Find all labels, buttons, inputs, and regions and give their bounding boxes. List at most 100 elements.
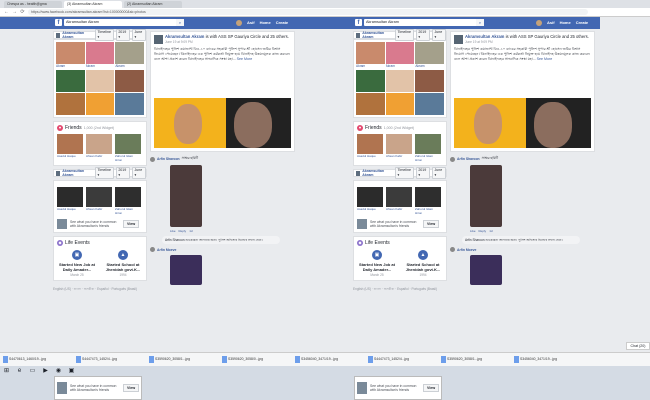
friend-tile[interactable]: Ahsan Kabir [86,187,112,215]
life-event-title[interactable]: Started School at Jhenidah govt.K... [103,262,143,272]
profile-name-link[interactable]: Akramsultan Akram [362,169,391,177]
activity-photo[interactable] [170,165,202,227]
friend-name[interactable]: Asadul Haque [57,207,76,211]
footer-languages[interactable]: English (US) · বাংলা · অসমীয়া · Español… [53,287,147,292]
see-more-link[interactable]: See More [237,57,253,61]
month-dropdown[interactable]: June ▾ [132,29,147,41]
photo-tile[interactable]: Akram [385,42,415,69]
reply-link[interactable]: Reply [179,229,187,233]
avatar[interactable] [450,247,455,252]
see-more-link[interactable]: See More [537,57,553,61]
facebook-logo[interactable]: f [55,19,62,26]
download-item[interactable]: S3590620_3058/0...jpg [222,355,292,364]
post-author[interactable]: Akramsultan Akram [465,34,504,39]
windows-start-icon[interactable]: ⊞ [2,367,11,375]
browser-tab[interactable]: (3) Akramsultan Akram [64,1,122,8]
browser-tab[interactable]: Chespa as - heaith@gma [4,1,62,8]
like-link[interactable]: Like [170,229,176,233]
footer-languages[interactable]: English (US) · বাংলা · অসমীয়া · Español… [353,287,447,292]
download-item[interactable]: S4447473_1452/4...jpg [368,355,438,364]
photo-tile[interactable] [385,70,415,92]
photo-tile[interactable] [415,93,444,115]
life-events-title[interactable]: Life Events [365,240,390,246]
avatar[interactable] [150,247,155,252]
taskbar-preview[interactable]: See what you have in common with Akramsu… [354,376,443,400]
media-icon[interactable]: ▶ [41,367,50,375]
photo-tile[interactable]: Akram [56,42,85,69]
friend-tile[interactable]: Zahurul Islam Hiron [115,134,141,162]
post-timestamp[interactable]: June 19 at 9:09 PM [465,40,589,44]
avatar[interactable] [454,35,463,44]
download-item[interactable]: S3456040_3471/19...jpg [514,355,584,364]
photo-tile[interactable]: Akram [85,42,115,69]
like-link[interactable]: Like [470,229,476,233]
friend-tile[interactable]: Zahurul Islam Hiron [415,134,441,162]
friend-name[interactable]: Ahsan Kabir [386,154,402,158]
friends-title[interactable]: Friends [365,125,382,131]
view-button[interactable]: View [423,220,440,228]
photo-tile[interactable] [115,93,144,115]
life-event[interactable]: ▲ Started School at Jhenidah govt.K... 1… [403,250,443,277]
life-event-title[interactable]: Started New Job at Daily Amader... [57,262,97,272]
year-dropdown[interactable]: 2019 ▾ [115,167,130,179]
friend-name[interactable]: Ahsan Kabir [86,154,102,158]
friend-name[interactable]: Zahurul Islam Hiron [415,207,433,215]
friend-tile[interactable]: Asadul Haque [57,134,83,162]
browser-tab[interactable]: (2) Akramsultan Akram [124,1,182,8]
friend-name[interactable]: Ahsan Kabir [386,207,402,211]
avatar[interactable] [150,156,155,162]
facebook-logo[interactable]: f [355,19,362,26]
life-event[interactable]: ▲ Started School at Jhenidah govt.K... 1… [103,250,143,277]
activity-author[interactable]: Arfin Sharoon [157,157,180,161]
activity-photo[interactable] [470,255,502,285]
friend-tile[interactable]: Zahurul Islam Hiron [415,187,441,215]
friend-name[interactable]: Zahurul Islam Hiron [415,154,433,162]
friend-name[interactable]: Ahsan Kabir [86,207,102,211]
download-item[interactable]: S3590620_3058/1...jpg [149,355,219,364]
photo-tile[interactable] [115,70,144,92]
avatar[interactable] [450,156,455,162]
url-input[interactable]: https://www.facebook.com/akramsultan.akr… [28,9,588,15]
friends-title[interactable]: Friends [65,125,82,131]
avatar[interactable] [154,35,163,44]
friend-name[interactable]: Asadul Haque [357,154,376,158]
post-author[interactable]: Akramsultan Akram [165,34,204,39]
month-dropdown[interactable]: June ▾ [432,167,447,179]
avatar[interactable] [356,32,361,38]
photo-tile[interactable] [56,70,85,92]
nav-create-link[interactable]: Create [576,19,588,26]
friend-tile[interactable]: Ahsan Kabir [386,187,412,215]
post-timestamp[interactable]: June 19 at 9:09 PM [165,40,289,44]
photo-tile[interactable]: Akram [415,42,444,69]
month-dropdown[interactable]: June ▾ [132,167,147,179]
photo-tile[interactable] [415,70,444,92]
nav-profile-link[interactable]: Asif [547,19,555,26]
download-item[interactable]: S4447473_1452/4...jpg [76,355,146,364]
download-item[interactable]: S4470613_1460/19...jpg [3,355,73,364]
avatar[interactable] [356,170,361,176]
folder-icon[interactable]: ▭ [28,367,37,375]
search-icon[interactable]: ⌕ [476,19,484,26]
friend-tile[interactable]: Zahurul Islam Hiron [115,187,141,215]
taskbar-preview[interactable]: See what you have in common with Akramsu… [54,376,143,400]
year-dropdown[interactable]: 2019 ▾ [415,29,430,41]
avatar[interactable] [236,19,242,26]
photo-tile[interactable] [356,93,385,115]
timeline-dropdown[interactable]: Timeline ▾ [395,167,414,179]
nav-home-link[interactable]: Home [260,19,271,26]
life-event-title[interactable]: Started School at Jhenidah govt.K... [403,262,443,272]
search-input[interactable]: Akramsultan Akram ⌕ [364,19,484,26]
activity-author[interactable]: Arfin Moeve [457,248,476,252]
friend-name[interactable]: Asadul Haque [357,207,376,211]
activity-author[interactable]: Arfin Moeve [157,248,176,252]
photo-tile[interactable]: Akram [356,42,385,69]
download-item[interactable]: S3456040_3471/19...jpg [295,355,365,364]
photo-tile[interactable]: Akram [115,42,144,69]
timeline-dropdown[interactable]: Timeline ▾ [95,167,114,179]
back-icon[interactable]: ← [4,9,9,15]
photo-tile[interactable] [85,93,115,115]
post-photo[interactable] [454,98,527,148]
search-input[interactable]: Akramsultan Akram ⌕ [64,19,184,26]
activity-photo[interactable] [470,165,502,227]
activity-photo[interactable] [170,255,202,285]
